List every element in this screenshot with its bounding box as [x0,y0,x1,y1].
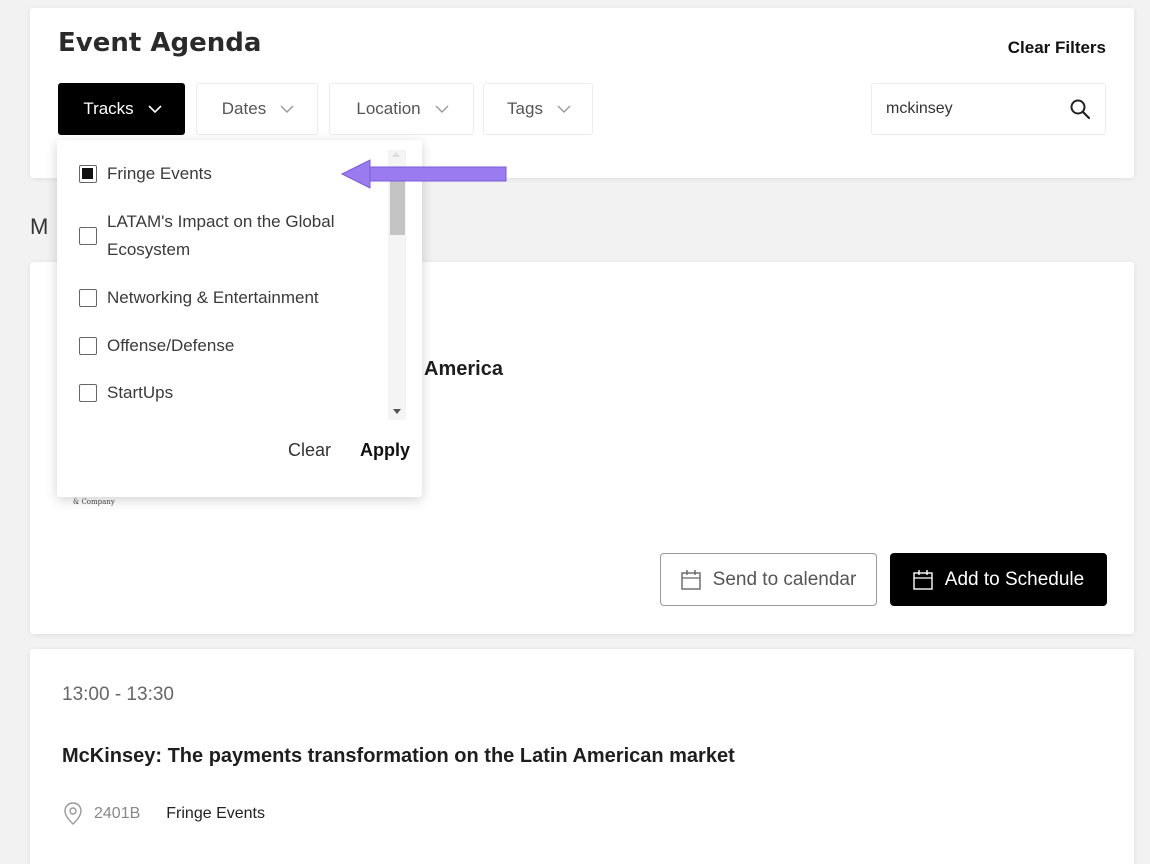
dropdown-apply-button[interactable]: Apply [360,440,410,461]
event-title[interactable]: McKinsey: The payments transformation on… [62,745,735,768]
dates-filter-button[interactable]: Dates [196,83,318,135]
send-to-calendar-label: Send to calendar [712,568,857,590]
tags-filter-button[interactable]: Tags [483,83,593,135]
checkbox[interactable] [79,289,97,307]
tracks-filter-label: Tracks [83,99,134,118]
chevron-down-icon [435,103,449,115]
dates-filter-label: Dates [221,99,267,118]
scroll-down-icon[interactable] [393,409,401,414]
send-to-calendar-button[interactable]: Send to calendar [660,553,877,606]
checkbox-checked[interactable] [79,165,97,183]
clear-filters-link[interactable]: Clear Filters [1008,38,1106,58]
event-title: America [424,358,503,380]
track-option-label: Networking & Entertainment [107,288,319,307]
chevron-down-icon [280,103,294,115]
track-option-fringe-events[interactable]: Fringe Events [79,160,212,188]
track-option-offense-defense[interactable]: Offense/Defense [79,332,234,360]
map-pin-icon [62,801,84,827]
checkbox[interactable] [79,384,97,402]
track-option-startups[interactable]: StartUps [79,379,173,407]
tags-filter-label: Tags [507,99,543,118]
scroll-up-icon[interactable] [392,152,400,157]
search-icon[interactable] [1069,98,1091,120]
section-heading: M [30,214,49,239]
track-option-label: StartUps [107,383,174,402]
calendar-icon [913,569,933,591]
checkbox[interactable] [79,337,97,355]
event-meta: 2401B Fringe Events [62,801,265,827]
dropdown-scrollbar[interactable] [388,150,406,420]
calendar-icon [680,569,701,591]
track-option-latam-impact[interactable]: LATAM's Impact on the Global Ecosystem [79,208,367,264]
search-input-value[interactable]: mckinsey [886,100,953,118]
location-filter-label: Location [356,99,421,118]
track-option-label: Offense/Defense [107,336,235,355]
dropdown-clear-button[interactable]: Clear [288,440,331,461]
event-room: 2401B [94,805,141,822]
page-title: Event Agenda [58,28,262,58]
event-track-tag[interactable]: Fringe Events [166,805,265,823]
track-option-label: Fringe Events [107,164,212,183]
sponsor-logo: & Company [73,498,115,506]
event-time: 13:00 - 13:30 [62,684,174,705]
annotation-arrow-icon [340,159,507,189]
track-option-networking[interactable]: Networking & Entertainment [79,284,319,312]
track-option-label: LATAM's Impact on the Global Ecosystem [107,212,335,259]
add-to-schedule-button[interactable]: Add to Schedule [890,553,1107,606]
chevron-down-icon [148,103,162,115]
tracks-dropdown: Fringe Events LATAM's Impact on the Glob… [57,140,422,497]
search-input[interactable]: mckinsey [871,83,1106,135]
tracks-filter-button[interactable]: Tracks [58,83,185,135]
event-card: 13:00 - 13:30 McKinsey: The payments tra… [30,649,1134,864]
chevron-down-icon [557,103,571,115]
checkbox[interactable] [79,227,97,245]
location-filter-button[interactable]: Location [329,83,474,135]
add-to-schedule-label: Add to Schedule [944,568,1085,590]
